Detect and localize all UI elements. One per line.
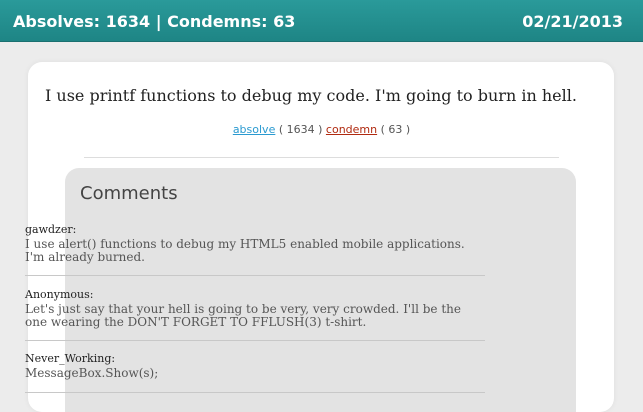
comment-item: Anonymous: Let's just say that your hell… (25, 288, 485, 341)
comments-title: Comments (80, 183, 178, 204)
absolve-link[interactable]: absolve (233, 123, 276, 136)
confession-text: I use printf functions to debug my code.… (45, 86, 577, 105)
divider (84, 157, 559, 158)
comment-text: Let's just say that your hell is going t… (25, 302, 461, 329)
condemn-link[interactable]: condemn (326, 123, 377, 136)
comment-author: gawdzer: (25, 223, 77, 236)
comment-author: Anonymous: (25, 288, 94, 301)
comment-text: MessageBox.Show(s); (25, 366, 159, 380)
comment-item: Never_Working: MessageBox.Show(s); (25, 352, 485, 393)
page: Absolves: 1634 | Condemns: 63 02/21/2013… (0, 0, 643, 412)
comment-author: Never_Working: (25, 352, 116, 365)
comment-item: gawdzer: I use alert() functions to debu… (25, 223, 485, 276)
absolve-count: ( 1634 ) (278, 123, 323, 136)
post-date: 02/21/2013 (522, 12, 623, 31)
comment-text: I use alert() functions to debug my HTML… (25, 237, 465, 264)
condemn-count: ( 63 ) (380, 123, 411, 136)
vote-links: absolve ( 1634 ) condemn ( 63 ) (0, 123, 643, 136)
header-bar: Absolves: 1634 | Condemns: 63 02/21/2013 (0, 0, 643, 42)
vote-counts: Absolves: 1634 | Condemns: 63 (13, 12, 296, 31)
